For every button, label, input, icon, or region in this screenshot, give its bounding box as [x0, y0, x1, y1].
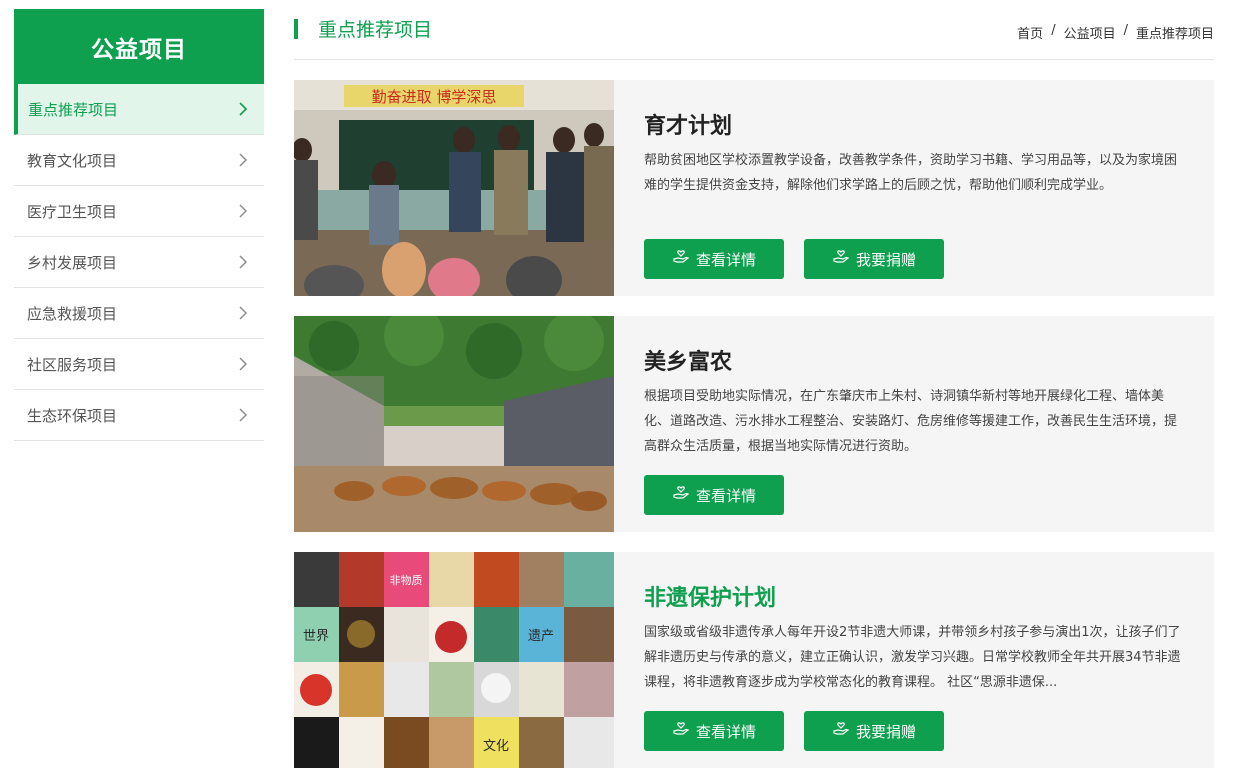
sidebar-title: 公益项目 — [14, 9, 264, 84]
breadcrumb: 首页 / 公益项目 / 重点推荐项目 — [1017, 23, 1214, 42]
donate-label: 我要捐赠 — [855, 250, 916, 269]
view-details-button[interactable]: 查看详情 — [644, 475, 784, 515]
view-details-label: 查看详情 — [695, 250, 756, 269]
donate-button[interactable]: 我要捐赠 — [804, 711, 944, 751]
sidebar-item-medical[interactable]: 医疗卫生项目 — [14, 186, 264, 237]
project-card: 勤奋进取 博学深思 育才计划 帮助贫困地区学校添置教学设备，改善教学条件，资助学… — [294, 80, 1214, 296]
project-description: 国家级或省级非遗传承人每年开设2节非遗大师课，并带领乡村孩子参与演出1次，让孩子… — [644, 625, 1181, 690]
page-title: 重点推荐项目 — [318, 19, 433, 41]
sidebar-item-label: 乡村发展项目 — [27, 253, 118, 272]
project-body: 美乡富农 根据项目受助地实际情况，在广东肇庆市上朱村、诗洞镇华新村等地开展绿化工… — [644, 344, 1184, 515]
sidebar-item-label: 生态环保项目 — [27, 406, 118, 425]
mosaic-word: 文化 — [483, 739, 509, 754]
project-title[interactable]: 非遗保护计划 — [644, 580, 1184, 612]
sidebar-item-label: 应急救援项目 — [27, 304, 118, 323]
project-body: 非遗保护计划 国家级或省级非遗传承人每年开设2节非遗大师课，并带领乡村孩子参与演… — [644, 580, 1184, 751]
mosaic-word: 世界 — [303, 629, 329, 644]
view-details-label: 查看详情 — [695, 722, 756, 741]
sidebar-item-rural[interactable]: 乡村发展项目 — [14, 237, 264, 288]
sidebar-item-label: 教育文化项目 — [27, 151, 118, 170]
hand-heart-icon — [672, 484, 690, 506]
hand-heart-icon — [672, 720, 690, 742]
breadcrumb-projects[interactable]: 公益项目 — [1064, 23, 1116, 42]
sidebar-item-education[interactable]: 教育文化项目 — [14, 135, 264, 186]
project-body: 育才计划 帮助贫困地区学校添置教学设备，改善教学条件，资助学习书籍、学习用品等，… — [644, 108, 1184, 279]
hand-heart-icon — [832, 248, 850, 270]
project-description: 帮助贫困地区学校添置教学设备，改善教学条件，资助学习书籍、学习用品等，以及为家境… — [644, 153, 1178, 193]
chevron-right-icon — [236, 100, 250, 118]
project-title[interactable]: 美乡富农 — [644, 344, 1184, 376]
project-image-deer-farm[interactable] — [294, 316, 614, 532]
sidebar-item-label: 医疗卫生项目 — [27, 202, 118, 221]
chevron-right-icon — [236, 304, 250, 322]
sidebar-item-ecology[interactable]: 生态环保项目 — [14, 390, 264, 441]
view-details-button[interactable]: 查看详情 — [644, 711, 784, 751]
project-image-classroom[interactable]: 勤奋进取 博学深思 — [294, 80, 614, 296]
classroom-banner-text: 勤奋进取 博学深思 — [372, 88, 497, 106]
hand-heart-icon — [832, 720, 850, 742]
title-accent-bar — [294, 19, 298, 39]
project-card: 美乡富农 根据项目受助地实际情况，在广东肇庆市上朱村、诗洞镇华新村等地开展绿化工… — [294, 316, 1214, 532]
sidebar-item-featured[interactable]: 重点推荐项目 — [14, 84, 264, 135]
sidebar-item-community[interactable]: 社区服务项目 — [14, 339, 264, 390]
chevron-right-icon — [236, 202, 250, 220]
sidebar-item-label: 社区服务项目 — [27, 355, 118, 374]
donate-button[interactable]: 我要捐赠 — [804, 239, 944, 279]
view-details-button[interactable]: 查看详情 — [644, 239, 784, 279]
hand-heart-icon — [672, 248, 690, 270]
sidebar-item-emergency[interactable]: 应急救援项目 — [14, 288, 264, 339]
sidebar: 公益项目 重点推荐项目 教育文化项目 医疗卫生项目 乡村发展项目 应急救援项目 … — [14, 9, 264, 441]
view-details-label: 查看详情 — [695, 486, 756, 505]
breadcrumb-separator: / — [1123, 23, 1128, 38]
project-image-heritage-mosaic[interactable]: 非物质 世界 遗产 文化 — [294, 552, 614, 768]
mosaic-word: 非物质 — [390, 573, 423, 587]
sidebar-item-label: 重点推荐项目 — [28, 100, 119, 119]
chevron-right-icon — [236, 151, 250, 169]
project-card: 非物质 世界 遗产 文化 非遗保护计划 国家级或省级非遗传承人每年开设2节非遗大… — [294, 552, 1214, 768]
project-description: 根据项目受助地实际情况，在广东肇庆市上朱村、诗洞镇华新村等地开展绿化工程、墙体美… — [644, 389, 1178, 454]
breadcrumb-home[interactable]: 首页 — [1017, 23, 1043, 42]
chevron-right-icon — [236, 355, 250, 373]
chevron-right-icon — [236, 406, 250, 424]
chevron-right-icon — [236, 253, 250, 271]
donate-label: 我要捐赠 — [855, 722, 916, 741]
mosaic-word: 遗产 — [528, 629, 554, 644]
page-header: 重点推荐项目 首页 / 公益项目 / 重点推荐项目 — [294, 9, 1214, 60]
breadcrumb-current: 重点推荐项目 — [1135, 27, 1214, 42]
project-title[interactable]: 育才计划 — [644, 108, 1184, 140]
breadcrumb-separator: / — [1051, 23, 1056, 38]
